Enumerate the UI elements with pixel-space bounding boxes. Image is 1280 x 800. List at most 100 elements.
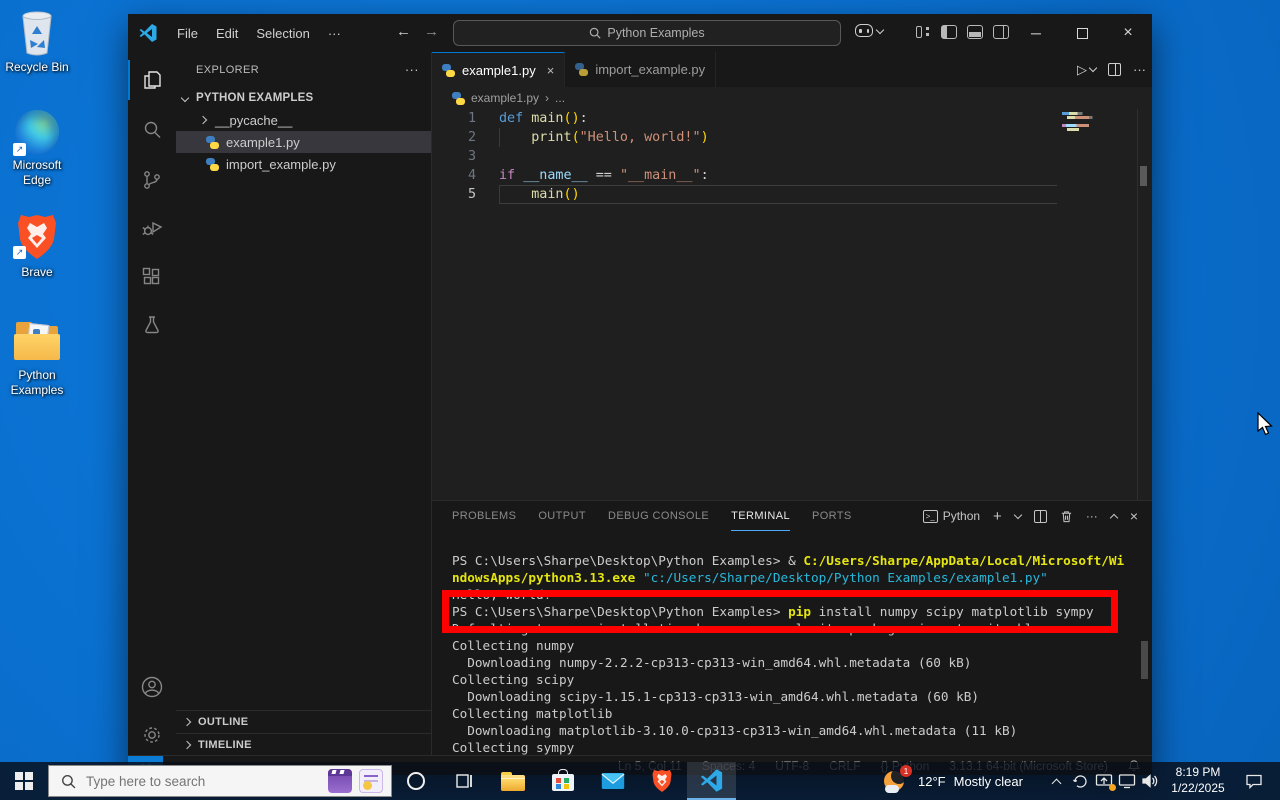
shortcut-arrow-icon: ↗ bbox=[13, 143, 26, 156]
customize-layout-button[interactable] bbox=[915, 25, 931, 39]
start-button[interactable] bbox=[10, 767, 38, 795]
vscode-taskbar-icon-active[interactable] bbox=[687, 762, 736, 800]
tree-item-import-example[interactable]: import_example.py bbox=[176, 153, 431, 175]
terminal-dropdown-icon[interactable] bbox=[1013, 510, 1023, 519]
microsoft-store-icon[interactable] bbox=[549, 767, 577, 795]
desktop-icon-edge[interactable]: ↗ Microsoft Edge bbox=[0, 110, 74, 188]
editor-scrollbar-handle[interactable] bbox=[1140, 166, 1147, 186]
search-activity-icon[interactable] bbox=[128, 110, 176, 150]
desktop-icon-python-examples[interactable]: Python Examples bbox=[0, 320, 74, 398]
maximize-button[interactable] bbox=[1059, 14, 1105, 52]
breadcrumb[interactable]: example1.py › ... bbox=[432, 87, 1152, 109]
panel-tab-terminal[interactable]: TERMINAL bbox=[731, 501, 790, 531]
desktop-icon-label: Python Examples bbox=[10, 368, 64, 397]
account-icon[interactable] bbox=[128, 667, 176, 707]
search-highlight-clapper-icon bbox=[328, 769, 352, 793]
copilot-button[interactable] bbox=[855, 24, 885, 37]
task-view-icon[interactable] bbox=[450, 767, 478, 795]
search-highlight-news-icon bbox=[359, 769, 383, 793]
tree-item-example1[interactable]: example1.py bbox=[176, 131, 431, 153]
terminal-line: Downloading matplotlib-3.10.0-cp313-cp31… bbox=[452, 723, 1018, 738]
vscode-logo-icon bbox=[700, 768, 723, 792]
testing-activity-icon[interactable] bbox=[128, 305, 176, 345]
search-input[interactable] bbox=[86, 773, 296, 789]
code-line: 4 if __name__ == "__main__": bbox=[467, 168, 709, 183]
terminal-line: Collecting numpy bbox=[452, 638, 575, 653]
chevron-right-icon bbox=[182, 717, 192, 726]
code-line: 5 main() bbox=[432, 185, 1137, 204]
python-file-icon bbox=[442, 63, 455, 77]
tree-root-python-examples[interactable]: PYTHON EXAMPLES bbox=[176, 87, 431, 109]
clock-time: 8:19 PM bbox=[1175, 765, 1221, 780]
code-line: 2 print("Hello, world!") bbox=[467, 128, 709, 147]
menu-more[interactable]: ··· bbox=[319, 26, 350, 41]
menu-edit[interactable]: Edit bbox=[207, 26, 247, 41]
minimap[interactable] bbox=[1062, 112, 1096, 131]
panel-tab-ports[interactable]: PORTS bbox=[812, 510, 852, 522]
weather-badge: 1 bbox=[900, 765, 912, 777]
terminal-icon: >_ bbox=[922, 509, 938, 523]
terminal-line: Downloading numpy-2.2.2-cp313-cp313-win_… bbox=[452, 655, 972, 670]
desktop-icon-recycle-bin[interactable]: Recycle Bin bbox=[0, 10, 74, 75]
new-terminal-button[interactable]: + bbox=[993, 508, 1002, 525]
vscode-window: File Edit Selection ··· ← → Python Examp… bbox=[128, 14, 1152, 775]
panel-more-actions[interactable]: ··· bbox=[1086, 509, 1098, 523]
close-panel-icon[interactable]: × bbox=[1130, 508, 1138, 524]
tree-item-pycache[interactable]: __pycache__ bbox=[176, 109, 431, 131]
file-explorer-icon[interactable] bbox=[499, 767, 527, 795]
run-python-button[interactable]: ▷ bbox=[1077, 62, 1098, 78]
terminal-shell-selector[interactable]: >_ Python bbox=[922, 509, 980, 523]
brave-taskbar-icon[interactable] bbox=[648, 767, 676, 795]
editor-more-actions[interactable]: ··· bbox=[1133, 62, 1146, 77]
terminal-scrollbar-handle[interactable] bbox=[1141, 641, 1148, 679]
explorer-more-button[interactable]: ··· bbox=[405, 62, 419, 77]
extensions-activity-icon[interactable] bbox=[128, 257, 176, 297]
mail-icon[interactable] bbox=[599, 767, 627, 795]
vscode-logo-icon bbox=[139, 24, 157, 42]
menu-file[interactable]: File bbox=[168, 26, 207, 41]
minimize-button[interactable]: ─ bbox=[1013, 14, 1059, 52]
weather-icon[interactable]: 1 bbox=[882, 765, 912, 795]
desktop-icon-brave[interactable]: ↗ Brave bbox=[0, 213, 74, 280]
explorer-sidebar: EXPLORER ··· PYTHON EXAMPLES __pycache__… bbox=[176, 52, 432, 755]
timeline-section[interactable]: TIMELINE bbox=[176, 733, 432, 755]
run-debug-activity-icon[interactable] bbox=[128, 208, 176, 248]
tab-import-example[interactable]: import_example.py bbox=[565, 52, 717, 87]
chevron-down-icon bbox=[180, 93, 190, 103]
nav-forward-button[interactable]: → bbox=[424, 23, 439, 40]
tab-close-icon[interactable]: × bbox=[547, 63, 555, 78]
settings-gear-icon[interactable] bbox=[128, 715, 176, 755]
panel-tab-debug-console[interactable]: DEBUG CONSOLE bbox=[608, 510, 709, 522]
python-file-icon bbox=[452, 91, 465, 105]
panel-tab-output[interactable]: OUTPUT bbox=[538, 510, 586, 522]
outline-section[interactable]: OUTLINE bbox=[176, 710, 432, 732]
toggle-primary-sidebar-button[interactable] bbox=[941, 25, 957, 39]
cortana-icon[interactable] bbox=[402, 767, 430, 795]
explorer-activity-icon[interactable] bbox=[128, 60, 176, 100]
toggle-secondary-sidebar-button[interactable] bbox=[993, 25, 1009, 39]
taskbar-search[interactable] bbox=[48, 765, 392, 797]
maximize-panel-icon[interactable] bbox=[1109, 513, 1119, 522]
menu-selection[interactable]: Selection bbox=[247, 26, 318, 41]
source-control-activity-icon[interactable] bbox=[128, 160, 176, 200]
code-line: 3 bbox=[467, 149, 476, 164]
desktop-icon-label: Brave bbox=[21, 265, 53, 279]
split-terminal-icon[interactable] bbox=[1033, 509, 1047, 523]
clock-date: 1/22/2025 bbox=[1171, 781, 1225, 795]
action-center-icon[interactable] bbox=[1240, 767, 1268, 795]
editor-tab-bar: example1.py × import_example.py ▷ ··· bbox=[432, 52, 1152, 87]
close-button[interactable]: × bbox=[1105, 14, 1151, 52]
nav-back-button[interactable]: ← bbox=[396, 23, 411, 40]
panel-tab-problems[interactable]: PROBLEMS bbox=[452, 510, 516, 522]
toggle-panel-button[interactable] bbox=[967, 25, 983, 39]
code-lines[interactable]: 1 def main(): 2 print("Hello, world!") 3 4 if… bbox=[432, 109, 1137, 500]
clock[interactable]: 8:19 PM 1/22/2025 bbox=[1162, 762, 1234, 800]
weather-text[interactable]: 12°F Mostly clear bbox=[918, 762, 1023, 800]
chevron-right-icon bbox=[182, 740, 192, 749]
volume-icon[interactable] bbox=[1136, 767, 1164, 795]
command-center-search[interactable]: Python Examples bbox=[453, 20, 841, 46]
tab-example1[interactable]: example1.py × bbox=[432, 52, 566, 87]
kill-terminal-trash-icon[interactable] bbox=[1060, 510, 1073, 523]
terminal-lines[interactable]: PS C:\Users\Sharpe\Desktop\Python Exampl… bbox=[452, 552, 1142, 756]
split-editor-icon[interactable] bbox=[1108, 63, 1121, 76]
